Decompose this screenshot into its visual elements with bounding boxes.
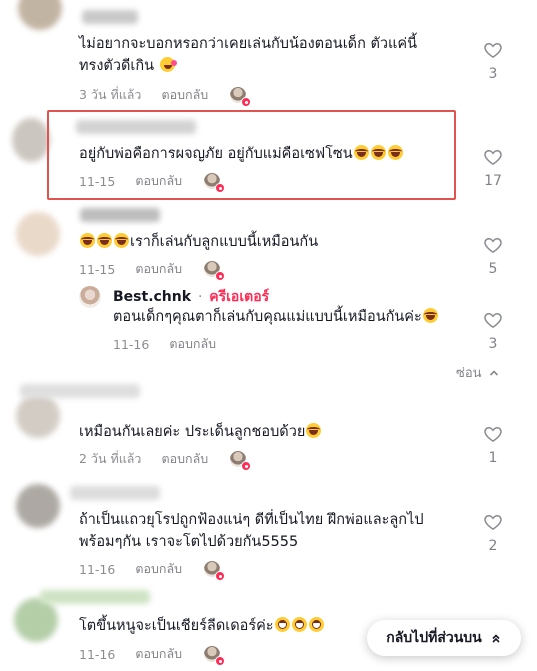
blurred-avatar	[12, 118, 50, 162]
creator-liked-avatar	[230, 87, 252, 107]
comment-text: ถ้าเป็นแถวยุโรปถูกฟ้องแน่ๆ ดีที่เป็นไทย …	[79, 512, 424, 550]
comment-meta: 11-15 ตอบกลับ	[79, 259, 226, 281]
reply-button[interactable]: ตอบกลับ	[135, 559, 182, 579]
reply-text: ตอนเด็กๆคุณตาก็เล่นกับคุณแม่แบบนี้เหมือน…	[113, 306, 463, 328]
comment-time: 11-15	[79, 261, 116, 277]
comment-meta: 2 วัน ที่แล้ว ตอบกลับ	[79, 449, 252, 471]
heart-icon	[241, 97, 252, 107]
heart-outline-icon	[484, 42, 502, 58]
blurred-username	[76, 120, 196, 134]
reply-button[interactable]: ตอบกลับ	[161, 449, 208, 469]
grinning-emoji-icon	[308, 617, 324, 632]
reply-button[interactable]: ตอบกลับ	[161, 85, 208, 105]
reply-button[interactable]: ตอบกลับ	[169, 334, 216, 354]
heart-outline-icon	[484, 514, 502, 530]
comment-meta: 11-16 ตอบกลับ	[79, 644, 226, 666]
grinning-emoji-icon	[291, 617, 307, 632]
comment-text: ไม่อยากจะบอกหรอกว่าเคยเล่นกับน้องตอนเด็ก…	[79, 36, 417, 74]
like-button[interactable]: 3	[478, 40, 508, 82]
heart-outline-icon	[484, 237, 502, 253]
heart-icon	[215, 183, 226, 193]
creator-liked-avatar	[204, 173, 226, 193]
creator-liked-avatar	[204, 561, 226, 581]
separator: ·	[197, 289, 203, 305]
heart-outline-icon	[484, 312, 502, 328]
blurred-avatar	[16, 394, 60, 438]
blurred-username	[70, 486, 160, 500]
comment-time: 2 วัน ที่แล้ว	[79, 451, 142, 466]
laughing-emoji-icon	[80, 233, 95, 248]
comment-text: อยู่กับพ่อคือการผจญภัย อยู่กับแม่คือเซฟโ…	[79, 143, 449, 165]
reply-time: 11-16	[113, 336, 150, 352]
hugging-emoji-icon	[159, 57, 177, 72]
comment-text: เหมือนกันเลยค่ะ ประเด็นลูกชอบด้วย	[79, 421, 449, 443]
blurred-username	[20, 384, 140, 398]
creator-badge: ครีเอเตอร์	[209, 289, 270, 305]
laughing-emoji-icon	[353, 145, 369, 160]
creator-avatar[interactable]	[79, 286, 101, 308]
laughing-emoji-icon	[97, 233, 112, 248]
blurred-username	[82, 10, 138, 24]
reply-meta: 11-16 ตอบกลับ	[113, 334, 238, 354]
like-button[interactable]: 1	[478, 424, 508, 466]
laughing-emoji-icon	[306, 423, 322, 438]
heart-icon	[215, 571, 226, 581]
blurred-avatar	[14, 598, 58, 642]
blurred-avatar	[18, 0, 62, 30]
like-count: 3	[488, 66, 498, 82]
laughing-emoji-icon	[370, 145, 386, 160]
like-count: 2	[488, 538, 498, 554]
comment-meta: 11-16 ตอบกลับ	[79, 559, 226, 581]
reply-button[interactable]: ตอบกลับ	[135, 259, 182, 279]
comment-text: เราก็เล่นกับลูกแบบนี้เหมือนกัน	[79, 231, 449, 253]
comment-meta: 11-15 ตอบกลับ	[79, 171, 226, 193]
like-button[interactable]: 2	[478, 512, 508, 554]
like-count: 17	[484, 173, 502, 189]
hide-replies-button[interactable]: ซ่อน	[456, 362, 500, 383]
creator-name-row: Best.chnk · ครีเอเตอร์	[113, 286, 269, 308]
reply-button[interactable]: ตอบกลับ	[135, 171, 182, 191]
blurred-username	[80, 208, 160, 222]
reply-button[interactable]: ตอบกลับ	[135, 644, 182, 664]
like-count: 3	[488, 336, 498, 352]
comment-time: 3 วัน ที่แล้ว	[79, 87, 142, 102]
like-button[interactable]: 5	[478, 235, 508, 277]
comment-time: 11-16	[79, 561, 116, 577]
heart-icon	[241, 461, 252, 471]
heart-icon	[215, 271, 226, 281]
chevron-up-icon	[489, 369, 498, 376]
like-count: 5	[488, 261, 498, 277]
creator-username[interactable]: Best.chnk	[113, 289, 191, 305]
comment-time: 11-15	[79, 173, 116, 189]
heart-outline-icon	[484, 426, 502, 442]
heart-outline-icon	[484, 149, 502, 165]
double-chevron-up-icon	[492, 634, 500, 643]
creator-liked-avatar	[204, 261, 226, 281]
blurred-username	[40, 590, 150, 604]
laughing-emoji-icon	[114, 233, 129, 248]
blurred-avatar	[16, 212, 60, 256]
like-button[interactable]: 3	[478, 310, 508, 352]
comment-meta: 3 วัน ที่แล้ว ตอบกลับ	[79, 85, 252, 107]
blurred-avatar	[16, 484, 60, 528]
laughing-emoji-icon	[387, 145, 403, 160]
creator-liked-avatar	[230, 451, 252, 471]
grinning-emoji-icon	[274, 617, 290, 632]
laughing-emoji-icon	[422, 308, 438, 323]
like-button[interactable]: 17	[478, 147, 508, 189]
like-count: 1	[488, 450, 498, 466]
hide-replies-label: ซ่อน	[456, 366, 482, 381]
creator-liked-avatar	[204, 646, 226, 666]
comment-time: 11-16	[79, 646, 116, 662]
heart-icon	[215, 656, 226, 666]
back-to-top-button[interactable]: กลับไปที่ส่วนบน	[367, 620, 521, 656]
back-to-top-label: กลับไปที่ส่วนบน	[386, 630, 482, 646]
